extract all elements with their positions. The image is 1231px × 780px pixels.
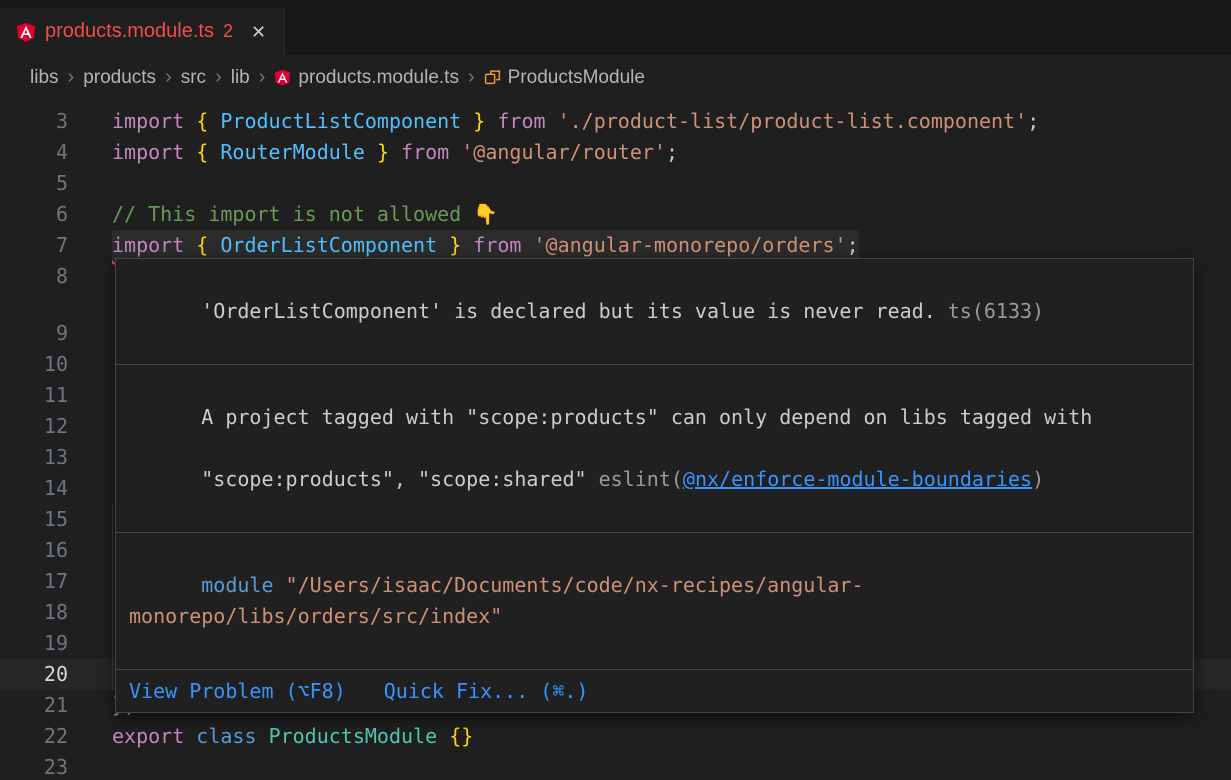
tab-close-icon[interactable]: ✕ <box>251 23 266 41</box>
code-line-7[interactable]: 7 import { OrderListComponent } from '@an… <box>0 230 1231 261</box>
line-number[interactable]: 12 <box>0 411 68 442</box>
breadcrumb-separator: › <box>215 66 222 89</box>
tab-bar: products.module.ts 2 ✕ <box>0 0 1231 55</box>
line-number[interactable]: 4 <box>0 137 68 168</box>
ts-diagnostic-source: ts(6133) <box>948 299 1044 323</box>
eslint-source-open: eslint( <box>599 467 683 491</box>
module-path-line1: "/Users/isaac/Documents/code/nx-recipes/… <box>274 573 864 597</box>
code-line-3[interactable]: 3 import { ProductListComponent } from '.… <box>0 106 1231 137</box>
breadcrumb-item-libs[interactable]: libs <box>30 67 59 89</box>
ts-diagnostic-message: 'OrderListComponent' is declared but its… <box>201 299 936 323</box>
breadcrumb-item-file[interactable]: products.module.ts <box>274 67 459 89</box>
code-text[interactable]: import { ProductListComponent } from './… <box>112 106 1039 137</box>
line-number[interactable]: 3 <box>0 106 68 137</box>
code-text[interactable]: export class ProductsModule {} <box>112 721 473 752</box>
code-text[interactable]: // This import is not allowed 👇 <box>112 199 498 230</box>
quick-fix-link[interactable]: Quick Fix... (⌘.) <box>384 677 589 705</box>
line-number[interactable]: 20 <box>0 659 68 690</box>
code-line-22[interactable]: 22 export class ProductsModule {} <box>0 721 1231 752</box>
code-line-23[interactable]: 23 <box>0 752 1231 780</box>
line-number[interactable]: 18 <box>0 597 68 628</box>
tab-products-module[interactable]: products.module.ts 2 ✕ <box>0 8 285 55</box>
eslint-message-line1: A project tagged with "scope:products" c… <box>201 405 1092 429</box>
code-line-6[interactable]: 6 // This import is not allowed 👇 <box>0 199 1231 230</box>
line-number[interactable]: 19 <box>0 628 68 659</box>
line-number[interactable]: 6 <box>0 199 68 230</box>
class-symbol-icon <box>484 69 501 86</box>
code-text[interactable]: import { RouterModule } from '@angular/r… <box>112 137 678 168</box>
line-number[interactable]: 21 <box>0 690 68 721</box>
code-editor[interactable]: 3 import { ProductListComponent } from '.… <box>0 100 1231 780</box>
ts-diagnostic: 'OrderListComponent' is declared but its… <box>116 259 1193 364</box>
line-number[interactable]: 10 <box>0 349 68 380</box>
line-number[interactable]: 9 <box>0 318 68 349</box>
line-number[interactable]: 15 <box>0 504 68 535</box>
line-number[interactable]: 11 <box>0 380 68 411</box>
angular-icon <box>16 22 36 42</box>
breadcrumb-item-products[interactable]: products <box>83 67 156 89</box>
line-number[interactable]: 16 <box>0 535 68 566</box>
module-path-line2: monorepo/libs/orders/src/index" <box>129 604 502 628</box>
tab-problems-badge: 2 <box>223 21 233 42</box>
module-info: module "/Users/isaac/Documents/code/nx-r… <box>116 533 1193 669</box>
code-line-4[interactable]: 4 import { RouterModule } from '@angular/… <box>0 137 1231 168</box>
line-number[interactable]: 7 <box>0 230 68 261</box>
module-keyword: module <box>201 573 273 597</box>
eslint-source-close: ) <box>1032 467 1044 491</box>
breadcrumb-item-src[interactable]: src <box>181 67 206 89</box>
hover-diagnostics-popup: 'OrderListComponent' is declared but its… <box>115 258 1194 713</box>
line-number[interactable]: 5 <box>0 168 68 199</box>
line-number[interactable]: 23 <box>0 752 68 780</box>
eslint-diagnostic: A project tagged with "scope:products" c… <box>116 365 1193 532</box>
line-number[interactable]: 22 <box>0 721 68 752</box>
breadcrumb-separator: › <box>259 66 266 89</box>
line-number[interactable]: 8 <box>0 261 68 292</box>
breadcrumb-item-symbol[interactable]: ProductsModule <box>484 67 645 89</box>
popup-action-bar: View Problem (⌥F8) Quick Fix... (⌘.) <box>116 670 1193 712</box>
breadcrumb-separator: › <box>165 66 172 89</box>
breadcrumb-separator: › <box>468 66 475 89</box>
angular-icon <box>274 69 291 86</box>
code-line-5[interactable]: 5 <box>0 168 1231 199</box>
view-problem-link[interactable]: View Problem (⌥F8) <box>129 677 346 705</box>
eslint-rule-link[interactable]: @nx/enforce-module-boundaries <box>683 467 1032 491</box>
eslint-message-line2: "scope:products", "scope:shared" <box>201 467 598 491</box>
breadcrumb: libs › products › src › lib › products.m… <box>0 55 1231 100</box>
tab-label: products.module.ts <box>45 20 214 43</box>
breadcrumb-item-lib[interactable]: lib <box>231 67 250 89</box>
breadcrumb-separator: › <box>68 66 75 89</box>
code-text[interactable]: import { OrderListComponent } from '@ang… <box>112 230 859 261</box>
line-number[interactable]: 13 <box>0 442 68 473</box>
line-number[interactable]: 14 <box>0 473 68 504</box>
line-number[interactable]: 17 <box>0 566 68 597</box>
